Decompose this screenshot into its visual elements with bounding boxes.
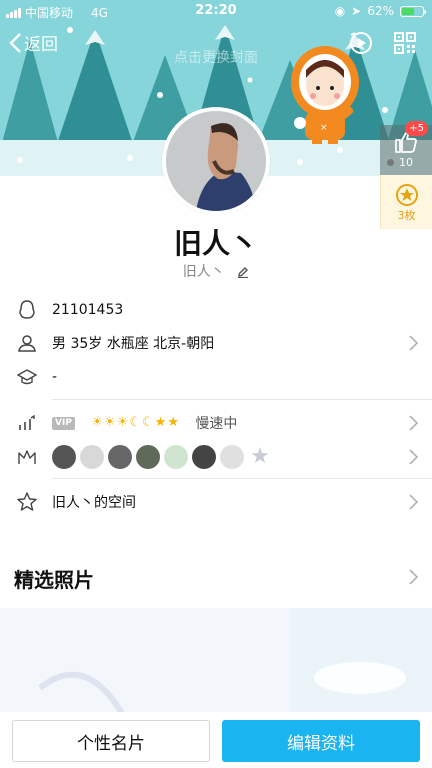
personal-info: 男 35岁 水瓶座 北京-朝阳 (52, 336, 215, 352)
orientation-lock-icon: ◉ (334, 4, 346, 18)
penguin-badge-icon (136, 445, 160, 469)
chevron-right-icon (409, 415, 418, 431)
edit-pencil-icon[interactable] (237, 266, 249, 278)
chevron-right-icon[interactable] (409, 569, 418, 585)
qq-number: 21101453 (52, 302, 124, 318)
penguin-crown-badge-icon (192, 445, 216, 469)
qq-number-row: 21101453 (0, 293, 432, 327)
back-label: 返回 (24, 35, 58, 55)
remark-row[interactable]: 旧人丶 (0, 261, 432, 281)
qr-code-icon (394, 32, 416, 54)
vip-tag: VIP (52, 416, 75, 430)
graduation-cap-icon (16, 366, 38, 388)
sun-icon: ☀ (116, 415, 129, 430)
crown-icon (16, 446, 38, 468)
status-bar: 中国移动 4G 22:20 ◉ ➤ 62% (0, 0, 432, 24)
like-plus-badge: +5 (405, 121, 428, 136)
moon-icon: ☾ (129, 415, 141, 430)
user-icon (16, 332, 38, 354)
diamond-badge-icon (164, 445, 188, 469)
back-button[interactable]: 返回 (8, 30, 58, 55)
diamond-badge-icon (80, 445, 104, 469)
penguin-icon (16, 299, 38, 321)
speed-status: 慢速中 (195, 416, 238, 432)
nickname: 旧人丶 (173, 227, 258, 260)
like-button[interactable]: +5 10 (380, 121, 432, 175)
sun-icon: ☀ (104, 415, 116, 430)
moon-icon: ☾ (142, 415, 154, 430)
level-icons: ☀ ☀ ☀ ☾ ☾ ★ ★ (91, 416, 179, 430)
avatar-photo (166, 111, 266, 211)
level-info: VIP ☀ ☀ ☀ ☾ ☾ ★ ★ 慢速中 (52, 413, 237, 433)
qr-code-button[interactable] (394, 32, 416, 58)
chevron-right-icon (409, 494, 418, 510)
education-row: - (0, 360, 432, 394)
personal-info-row[interactable]: 男 35岁 水瓶座 北京-朝阳 (0, 326, 432, 360)
penguin-badge-icon (52, 445, 76, 469)
sun-icon: ☀ (91, 415, 104, 430)
medal-icon (395, 184, 418, 206)
chevron-right-icon (409, 449, 418, 465)
vip-badge-icon (220, 445, 244, 469)
avatar[interactable] (162, 107, 270, 215)
education-value: - (52, 369, 58, 385)
battery-icon (400, 5, 426, 17)
remark-name: 旧人丶 (182, 264, 225, 280)
edit-profile-button[interactable]: 编辑资料 (222, 720, 420, 762)
chevron-right-icon (409, 335, 418, 351)
divider (52, 478, 432, 479)
level-row[interactable]: VIP ☀ ☀ ☀ ☾ ☾ ★ ★ 慢速中 (0, 406, 432, 440)
qzone-label: 旧人丶的空间 (52, 495, 136, 511)
star-icon: ★ (154, 415, 167, 430)
like-count: 10 (399, 156, 413, 169)
badges-row[interactable]: ★ (0, 440, 432, 474)
svg-text:×: × (320, 123, 328, 133)
badge-list: ★ (52, 445, 272, 469)
featured-photos-title[interactable]: 精选照片 (14, 564, 94, 593)
star-icon: ★ (167, 415, 179, 430)
star-outline-icon (16, 491, 38, 513)
qzone-row[interactable]: 旧人丶的空间 (0, 485, 432, 519)
bottom-action-bar: 个性名片 编辑资料 (0, 712, 432, 768)
level-chart-icon (16, 412, 38, 434)
penguin-badge-icon (108, 445, 132, 469)
music-play-icon (350, 32, 372, 54)
medal-count: 3枚 (397, 209, 416, 222)
chevron-left-icon (9, 32, 21, 53)
divider (52, 399, 432, 400)
location-icon: ➤ (351, 4, 362, 18)
music-button[interactable] (348, 30, 374, 60)
star-badge-icon: ★ (248, 445, 272, 469)
medal-button[interactable]: 3枚 (380, 175, 432, 229)
profile-card-button[interactable]: 个性名片 (12, 720, 210, 762)
battery-percent: 62% (367, 4, 394, 18)
